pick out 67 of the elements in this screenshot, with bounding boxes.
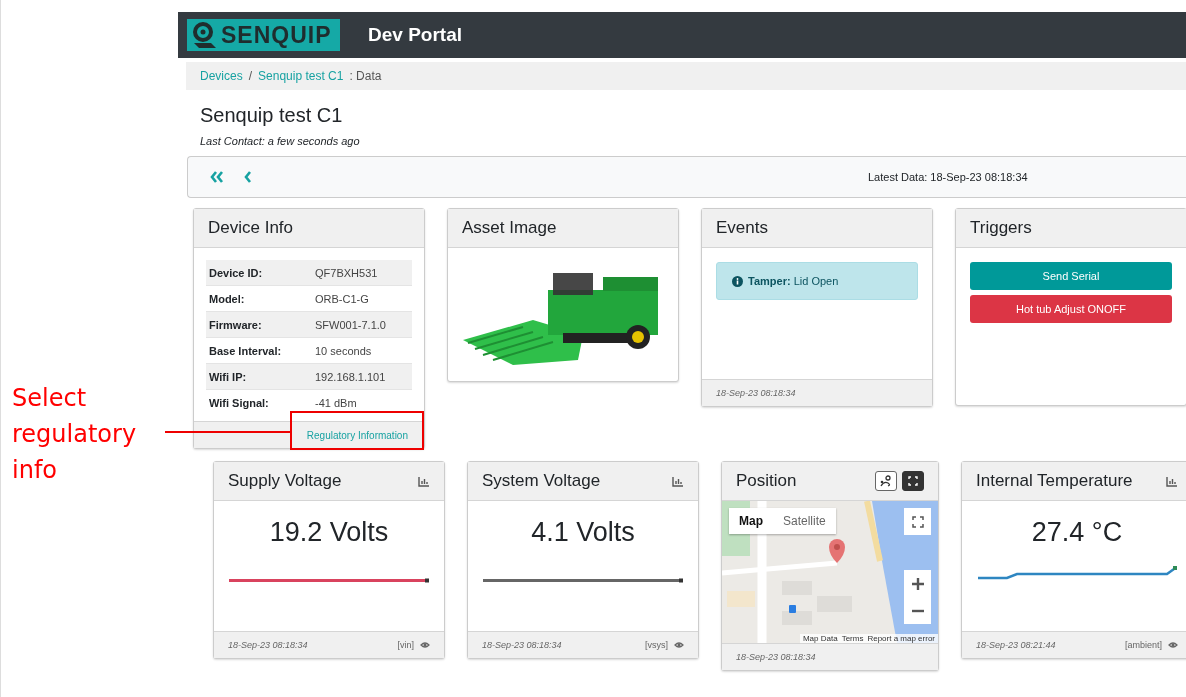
map-fullscreen-button[interactable] — [904, 508, 931, 535]
chart-icon[interactable] — [672, 475, 684, 487]
card-title: Internal Temperature — [976, 471, 1133, 491]
map-type-tab[interactable]: Map — [729, 508, 773, 534]
card-title: Events — [716, 218, 768, 238]
device-title: Senquip test C1 — [200, 104, 344, 127]
variable-tag: [vin] — [397, 640, 414, 650]
timestamp: 18-Sep-23 08:18:34 — [228, 640, 308, 650]
annotation-text: Select regulatory info — [12, 383, 138, 486]
plus-icon — [911, 577, 924, 590]
breadcrumb-separator: / — [248, 69, 253, 83]
breadcrumb-current: : Data — [349, 69, 382, 83]
logo[interactable]: SENQUIP — [187, 19, 340, 51]
eye-icon[interactable] — [674, 641, 684, 649]
route-button[interactable] — [875, 471, 897, 491]
double-chevron-left-icon — [210, 171, 224, 183]
field-value: -41 dBm — [315, 396, 357, 409]
app-title: Dev Portal — [368, 24, 462, 46]
map-attribution-link[interactable]: Report a map error — [867, 634, 935, 643]
chart-icon[interactable] — [1166, 475, 1178, 487]
eye-icon[interactable] — [420, 641, 430, 649]
variable-tag: [vsys] — [645, 640, 668, 650]
field-value: 192.168.1.101 — [315, 370, 386, 383]
card-title: Position — [736, 471, 797, 491]
logo-mark-icon — [191, 21, 217, 49]
field-label: Device ID: — [209, 266, 264, 279]
field-value: QF7BXH531 — [315, 266, 378, 279]
variable-tag: [ambient] — [1124, 640, 1162, 650]
field-label: Wifi IP: — [209, 370, 248, 383]
card-title: Triggers — [970, 218, 1032, 238]
timestamp: 18-Sep-23 08:18:34 — [716, 388, 796, 398]
field-label: Model: — [209, 292, 246, 305]
chevron-left-icon — [244, 171, 252, 183]
timestamp: 18-Sep-23 08:18:34 — [482, 640, 562, 650]
card-title: System Voltage — [482, 471, 601, 491]
regulatory-information-link[interactable]: Regulatory Information — [306, 429, 408, 441]
route-icon — [880, 475, 892, 487]
trigger-button[interactable]: Hot tub Adjust ONOFF — [970, 295, 1172, 323]
field-label: Wifi Signal: — [209, 396, 270, 409]
field-value: 10 seconds — [315, 344, 372, 357]
reading-value: 19.2 Volts — [269, 517, 389, 548]
timestamp: 18-Sep-23 08:21:44 — [976, 640, 1056, 650]
trigger-button[interactable]: Send Serial — [970, 262, 1172, 290]
timestamp: 18-Sep-23 08:18:34 — [736, 652, 816, 662]
map-attribution-link[interactable]: Map Data — [802, 634, 838, 643]
chart-icon[interactable] — [418, 475, 430, 487]
reading-value: 4.1 Volts — [531, 517, 635, 548]
latest-data-text: Latest Data: 18-Sep-23 08:18:34 — [868, 171, 1028, 183]
breadcrumb-link[interactable]: Senquip test C1 — [258, 69, 344, 83]
breadcrumb-link[interactable]: Devices — [200, 69, 243, 83]
map-type-tab[interactable]: Satellite — [773, 508, 836, 534]
card-title: Supply Voltage — [228, 471, 342, 491]
eye-icon[interactable] — [1168, 641, 1178, 649]
event-text: Tamper: Lid Open — [748, 275, 839, 287]
field-label: Base Interval: — [209, 344, 283, 357]
card-title: Asset Image — [462, 218, 557, 238]
info-icon — [732, 275, 743, 287]
map-attribution-link[interactable]: Terms — [841, 634, 864, 643]
reading-value: 27.4 °C — [1031, 517, 1123, 548]
field-value: ORB-C1-G — [315, 292, 369, 305]
fullscreen-button[interactable] — [902, 471, 924, 491]
field-value: SFW001-7.1.0 — [315, 318, 386, 331]
field-label: Firmware: — [209, 318, 263, 331]
fullscreen-icon — [908, 476, 918, 486]
last-contact-text: Last Contact: a few seconds ago — [200, 135, 361, 147]
card-title: Device Info — [208, 218, 294, 238]
fullscreen-icon — [911, 515, 924, 528]
